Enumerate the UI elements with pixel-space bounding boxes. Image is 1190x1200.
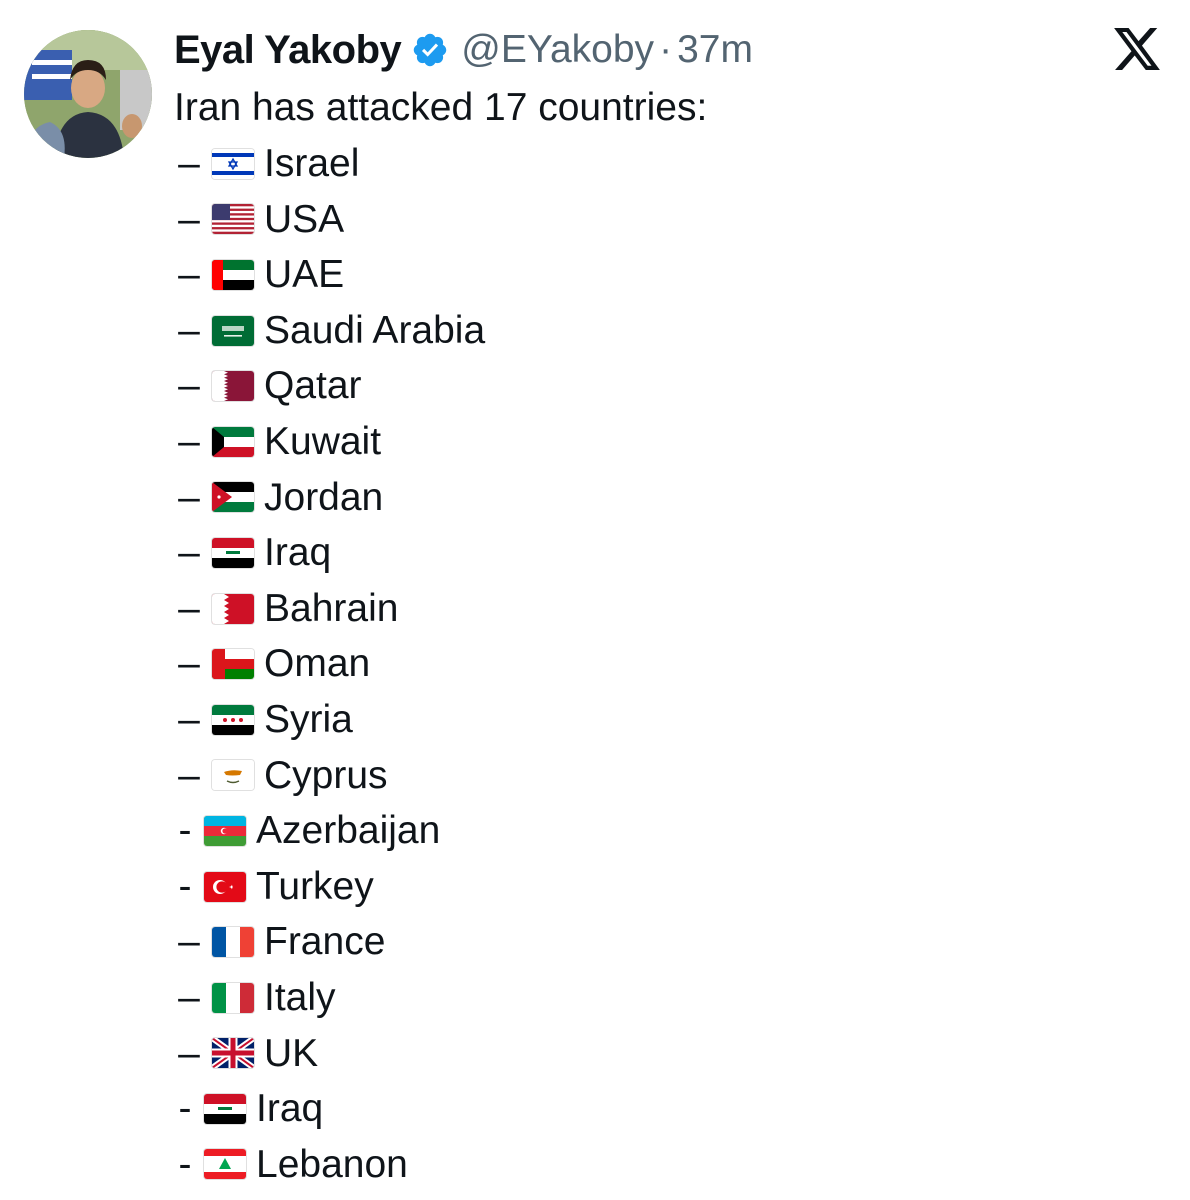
tweet-content: Eyal Yakoby @EYakoby · 37m Iran has atta… — [174, 24, 1170, 1192]
list-dash: – — [178, 697, 200, 741]
oman-flag-icon — [212, 649, 254, 680]
country-name: Saudi Arabia — [264, 308, 486, 352]
list-item: – Jordan — [174, 470, 1170, 526]
list-dash: – — [178, 475, 200, 519]
country-name: Oman — [264, 642, 371, 686]
country-name: Turkey — [256, 864, 374, 908]
list-dash: – — [178, 753, 200, 797]
separator-dot: · — [659, 28, 673, 71]
list-item: – UK — [174, 1026, 1170, 1082]
author-handle[interactable]: @EYakoby — [461, 28, 654, 72]
list-dash: – — [178, 642, 200, 686]
lebanon-flag-icon — [204, 1149, 246, 1180]
list-item: – UAE — [174, 247, 1170, 303]
list-dash: - — [178, 864, 192, 908]
list-dash: – — [178, 586, 200, 630]
list-item: - Azerbaijan — [174, 803, 1170, 859]
list-dash: – — [178, 1031, 200, 1075]
country-name: Syria — [264, 697, 353, 741]
tweet-text: Iran has attacked 17 countries: – Israel –… — [174, 80, 1170, 1192]
country-name: Kuwait — [264, 419, 382, 463]
country-name: Qatar — [264, 364, 362, 408]
country-name: Cyprus — [264, 753, 388, 797]
kuwait-flag-icon — [212, 426, 254, 457]
list-item: – USA — [174, 192, 1170, 248]
list-item: – Iraq — [174, 525, 1170, 581]
israel-flag-icon — [212, 148, 254, 179]
cyprus-flag-icon — [212, 760, 254, 791]
country-name: Italy — [264, 975, 336, 1019]
list-item: - Iraq — [174, 1081, 1170, 1137]
list-item: - Turkey — [174, 859, 1170, 915]
tweet-header: Eyal Yakoby @EYakoby · 37m — [174, 24, 1170, 76]
list-dash: – — [178, 142, 200, 185]
tweet-intro: Iran has attacked 17 countries: — [174, 86, 708, 129]
usa-flag-icon — [212, 204, 254, 235]
iraq-flag-icon — [212, 537, 254, 568]
list-item: – Qatar — [174, 358, 1170, 414]
uae-flag-icon — [212, 259, 254, 290]
italy-flag-icon — [212, 982, 254, 1013]
list-dash: – — [178, 197, 200, 241]
country-name: Israel — [264, 142, 360, 185]
iraq-flag-icon — [204, 1093, 246, 1124]
azerbaijan-flag-icon — [204, 815, 246, 846]
author-name[interactable]: Eyal Yakoby — [174, 28, 402, 73]
list-item: – Oman — [174, 636, 1170, 692]
france-flag-icon — [212, 927, 254, 958]
list-dash: - — [178, 1087, 192, 1131]
list-dash: – — [178, 975, 200, 1019]
list-dash: – — [178, 419, 200, 463]
country-name: Iraq — [256, 1087, 324, 1131]
uk-flag-icon — [212, 1038, 254, 1069]
turkey-flag-icon — [204, 871, 246, 902]
country-name: USA — [264, 197, 345, 241]
list-item: – Saudi Arabia — [174, 303, 1170, 359]
list-dash: – — [178, 364, 200, 408]
list-item: – Kuwait — [174, 414, 1170, 470]
country-name: UK — [264, 1031, 319, 1075]
list-item: – Bahrain — [174, 581, 1170, 637]
list-item: – Italy — [174, 970, 1170, 1026]
country-name: Iraq — [264, 531, 332, 575]
list-dash: – — [178, 253, 200, 297]
qatar-flag-icon — [212, 371, 254, 402]
list-dash: - — [178, 809, 192, 853]
country-name: Lebanon — [256, 1142, 408, 1186]
syria-flag-icon — [212, 704, 254, 735]
country-name: Jordan — [264, 475, 384, 519]
saudi-arabia-flag-icon — [212, 315, 254, 346]
list-item: - Lebanon — [174, 1137, 1170, 1193]
list-item: – Syria — [174, 692, 1170, 748]
author-avatar[interactable] — [24, 30, 152, 158]
list-item: – Cyprus — [174, 748, 1170, 804]
jordan-flag-icon — [212, 482, 254, 513]
country-name: UAE — [264, 253, 345, 297]
list-dash: – — [178, 308, 200, 352]
list-item: – Israel — [174, 136, 1170, 192]
verified-badge-icon — [411, 31, 449, 69]
list-dash: – — [178, 920, 200, 964]
bahrain-flag-icon — [212, 593, 254, 624]
country-name: France — [264, 920, 386, 964]
country-name: Azerbaijan — [256, 809, 441, 853]
x-logo-icon[interactable] — [1114, 28, 1160, 75]
country-name: Bahrain — [264, 586, 399, 630]
list-dash: – — [178, 531, 200, 575]
post-timestamp[interactable]: 37m — [677, 28, 753, 72]
country-list: – Israel – USA – UAE – Saudi Arabia – Qatar – Kuwai… — [174, 136, 1170, 1192]
list-dash: - — [178, 1142, 192, 1186]
list-item: – France — [174, 914, 1170, 970]
